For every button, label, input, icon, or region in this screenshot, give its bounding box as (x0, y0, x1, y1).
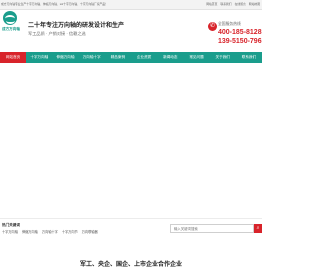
site-description: 成方万向轴专业生产十字万向轴、伸缩万向轴、ssl十字万向轴、十字万向轴厂家产品！ (1, 2, 108, 6)
hot-keyword[interactable]: 伸缩万向轴 (22, 230, 38, 235)
hot-keyword[interactable]: 万向轴十字 (42, 230, 58, 235)
hotline-label: 全国服务热线 (218, 22, 241, 26)
hotline-number-mobile[interactable]: 139-5150-7961 (218, 37, 262, 46)
search-button[interactable]: ⌕ (254, 224, 262, 233)
search-icon: ⌕ (256, 225, 260, 231)
nav-item-cross-shaft[interactable]: 十字万向轴 (26, 52, 52, 63)
nav-item-home[interactable]: 网站首页 (0, 52, 27, 63)
top-link-message[interactable]: 在线留言 (235, 1, 246, 8)
nav-item-faq[interactable]: 常见问题 (183, 52, 209, 63)
nav-item-shaft-cross[interactable]: 万向轴十字 (79, 52, 105, 63)
search-input[interactable] (170, 224, 254, 233)
partners-section-title: 军工、央企、国企、上市企业合作企业 (79, 262, 182, 268)
divider (0, 218, 262, 219)
header-slogan-title: 二十年专注万向轴的研发设计和生产 (28, 23, 125, 29)
top-link-sitemap[interactable]: 网站地图 (249, 1, 260, 8)
nav-item-news[interactable]: 新闻动态 (157, 52, 183, 63)
top-links: 网站首页 联系我们 在线留言 网站地图 (206, 1, 260, 8)
logo-text[interactable]: 成方万向轴 (2, 27, 22, 32)
hotline-number-primary[interactable]: 400-185-8128 (218, 28, 262, 37)
nav-item-cases[interactable]: 精品案例 (105, 52, 131, 63)
hot-keywords-label: 热门关键词 (2, 223, 20, 227)
hot-keywords-list: 十字万向轴 伸缩万向轴 万向轴十字 十字万向节 万向联轴器 (2, 230, 182, 235)
nav-item-about[interactable]: 关于我们 (210, 52, 236, 63)
company-logo-icon[interactable] (3, 11, 17, 25)
hot-keyword[interactable]: 十字万向节 (62, 230, 78, 235)
nav-item-qualifications[interactable]: 企业资质 (131, 52, 157, 63)
hot-keyword[interactable]: 十字万向轴 (2, 230, 18, 235)
main-navigation: 网站首页 十字万向轴 伸缩万向轴 万向轴十字 精品案例 企业资质 新闻动态 常见… (0, 52, 262, 63)
top-info-bar: 成方万向轴专业生产十字万向轴、伸缩万向轴、ssl十字万向轴、十字万向轴厂家产品！… (0, 0, 262, 10)
top-link-contact[interactable]: 联系我们 (220, 1, 231, 8)
nav-item-contact[interactable]: 联系我们 (236, 52, 262, 63)
hot-keyword[interactable]: 万向联轴器 (82, 230, 98, 235)
nav-item-telescopic-shaft[interactable]: 伸缩万向轴 (52, 52, 78, 63)
top-link-home[interactable]: 网站首页 (206, 1, 217, 8)
header-slogan-subtitle: 军工品质 · 产销对接 · 信赖之选 (28, 31, 86, 36)
banner-area (0, 63, 262, 218)
phone-icon: ✆ (208, 22, 217, 31)
